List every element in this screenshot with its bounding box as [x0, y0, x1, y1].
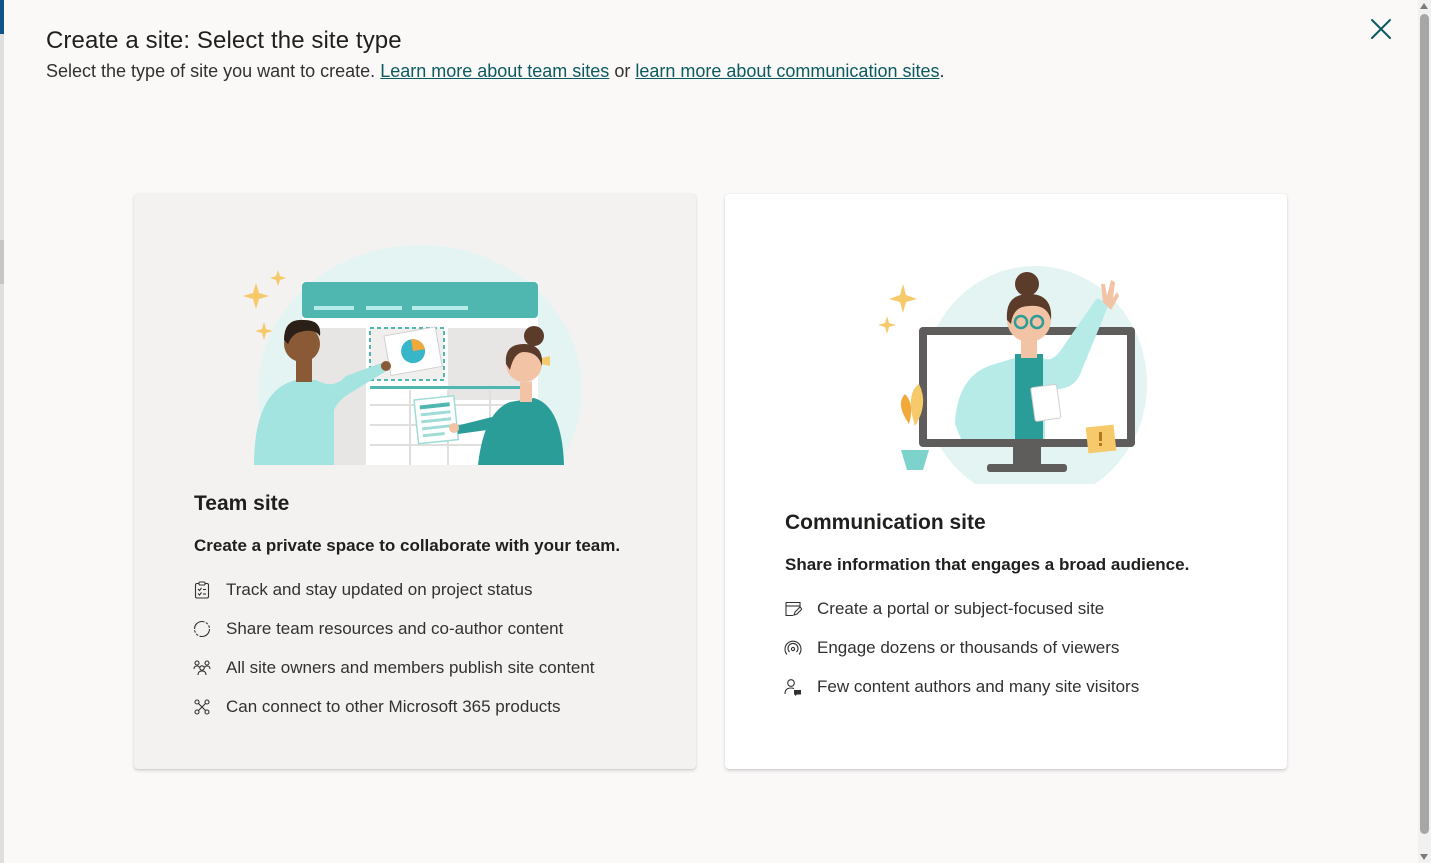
feature-text: Engage dozens or thousands of viewers: [817, 637, 1120, 657]
communication-site-illustration: [878, 266, 1147, 484]
list-item: Engage dozens or thousands of viewers: [784, 628, 1139, 667]
broadcast-icon: [784, 639, 802, 657]
close-button[interactable]: [1364, 12, 1398, 46]
circular-arrows-icon: [193, 620, 211, 638]
list-item: Share team resources and co-author conte…: [193, 609, 595, 648]
page-edit-icon: [784, 600, 802, 618]
background-header-sliver: [0, 0, 4, 34]
communication-site-description: Share information that engages a broad a…: [785, 555, 1190, 574]
learn-more-communication-sites-link[interactable]: learn more about communication sites: [635, 61, 939, 81]
feature-text: All site owners and members publish site…: [226, 657, 595, 677]
list-item: Can connect to other Microsoft 365 produ…: [193, 687, 595, 726]
subtitle-or: or: [609, 61, 636, 81]
team-site-feature-list: Track and stay updated on project status…: [193, 570, 595, 726]
list-item: Few content authors and many site visito…: [784, 667, 1139, 706]
page-subtitle: Select the type of site you want to crea…: [46, 61, 945, 82]
communication-site-title: Communication site: [785, 511, 986, 534]
team-site-description: Create a private space to collaborate wi…: [194, 536, 621, 555]
scroll-up-arrow-icon[interactable]: [1420, 3, 1428, 9]
list-item: Track and stay updated on project status: [193, 570, 595, 609]
feature-text: Can connect to other Microsoft 365 produ…: [226, 696, 561, 716]
list-item: Create a portal or subject-focused site: [784, 589, 1139, 628]
connector-icon: [193, 698, 211, 716]
team-site-title: Team site: [194, 492, 290, 515]
learn-more-team-sites-link[interactable]: Learn more about team sites: [380, 61, 609, 81]
subtitle-period: .: [939, 61, 945, 81]
vertical-scrollbar[interactable]: [1418, 0, 1431, 863]
feature-text: Create a portal or subject-focused site: [817, 598, 1105, 618]
close-icon: [1371, 19, 1391, 39]
feature-text: Share team resources and co-author conte…: [226, 618, 564, 638]
team-site-card[interactable]: Team site Create a private space to coll…: [134, 194, 696, 769]
scroll-down-arrow-icon[interactable]: [1420, 854, 1428, 860]
scrollbar-thumb[interactable]: [1420, 14, 1429, 834]
background-element-sliver: [0, 240, 4, 284]
page-title: Create a site: Select the site type: [46, 27, 402, 54]
clipboard-checklist-icon: [193, 580, 211, 599]
team-site-illustration: [243, 245, 582, 465]
feature-text: Track and stay updated on project status: [226, 579, 533, 599]
feature-text: Few content authors and many site visito…: [817, 676, 1140, 696]
subtitle-text: Select the type of site you want to crea…: [46, 61, 381, 81]
person-feedback-icon: [784, 678, 802, 696]
background-page-edge: [0, 0, 4, 863]
people-group-icon: [193, 659, 211, 677]
list-item: All site owners and members publish site…: [193, 648, 595, 687]
communication-site-card[interactable]: Communication site Share information tha…: [725, 194, 1287, 769]
communication-site-feature-list: Create a portal or subject-focused site …: [784, 589, 1139, 706]
